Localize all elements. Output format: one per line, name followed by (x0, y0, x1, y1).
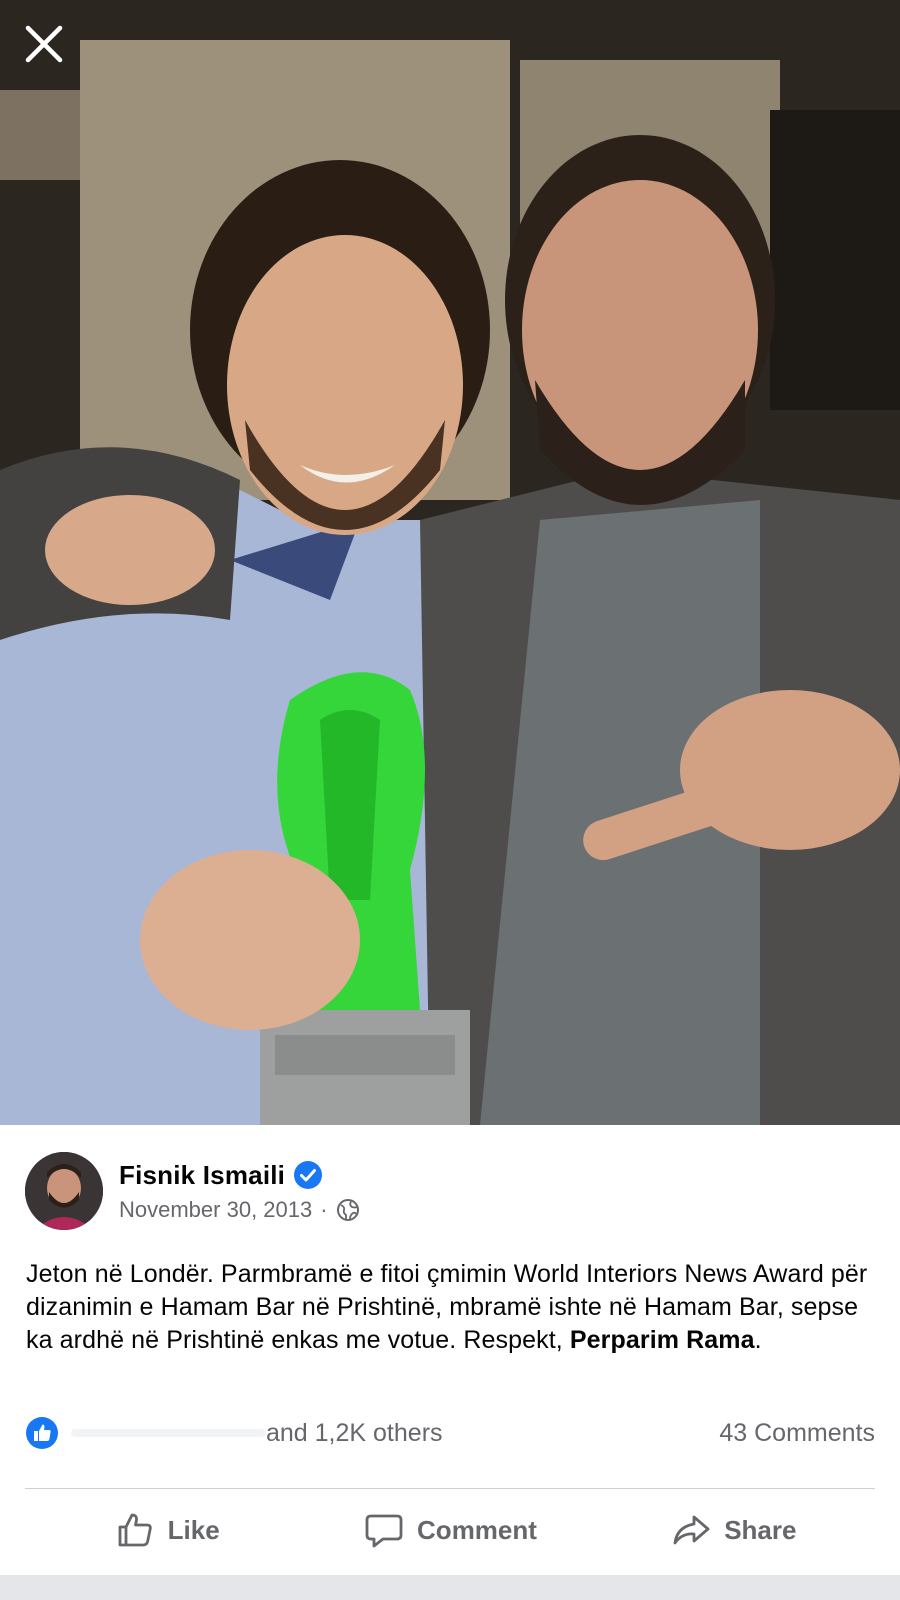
verified-badge-icon (294, 1161, 323, 1189)
bottom-separator (0, 1575, 900, 1600)
post-photo[interactable] (0, 0, 900, 1125)
post-card: Fisnik Ismaili November 30, 2013 · Jeton… (0, 1125, 900, 1575)
reactions-others-text[interactable]: and 1,2K others (266, 1419, 443, 1448)
share-button[interactable]: Share (592, 1490, 875, 1570)
close-icon (25, 25, 63, 63)
post-date[interactable]: November 30, 2013 (119, 1197, 312, 1223)
mention-link[interactable]: Perparim Rama (570, 1326, 755, 1354)
comments-count[interactable]: 43 Comments (719, 1419, 875, 1448)
thumbs-up-icon (118, 1513, 152, 1547)
comment-label: Comment (417, 1514, 537, 1545)
like-icon (26, 1417, 58, 1449)
reactions-summary[interactable]: and 1,2K others 43 Comments (25, 1415, 875, 1451)
post-text: Jeton në Londër. Parmbramë e fitoi çmimi… (26, 1258, 876, 1357)
actions-divider (25, 1488, 875, 1489)
close-button[interactable] (22, 22, 76, 76)
like-button[interactable]: Like (25, 1490, 308, 1570)
like-label: Like (167, 1514, 220, 1545)
globe-icon[interactable] (336, 1198, 360, 1222)
share-icon (673, 1515, 710, 1545)
photo-illustration (0, 0, 900, 1125)
post-header: Fisnik Ismaili November 30, 2013 · (25, 1152, 360, 1230)
author-name[interactable]: Fisnik Ismaili (119, 1160, 285, 1191)
meta-separator: · (320, 1196, 328, 1222)
share-label: Share (724, 1514, 797, 1545)
reactors-names-redacted (71, 1429, 266, 1437)
avatar-image (25, 1152, 103, 1230)
post-text-end: . (754, 1326, 762, 1354)
avatar[interactable] (25, 1152, 103, 1230)
comment-icon (365, 1514, 403, 1548)
comment-button[interactable]: Comment (308, 1490, 591, 1570)
post-actions: Like Comment Share (25, 1490, 875, 1570)
